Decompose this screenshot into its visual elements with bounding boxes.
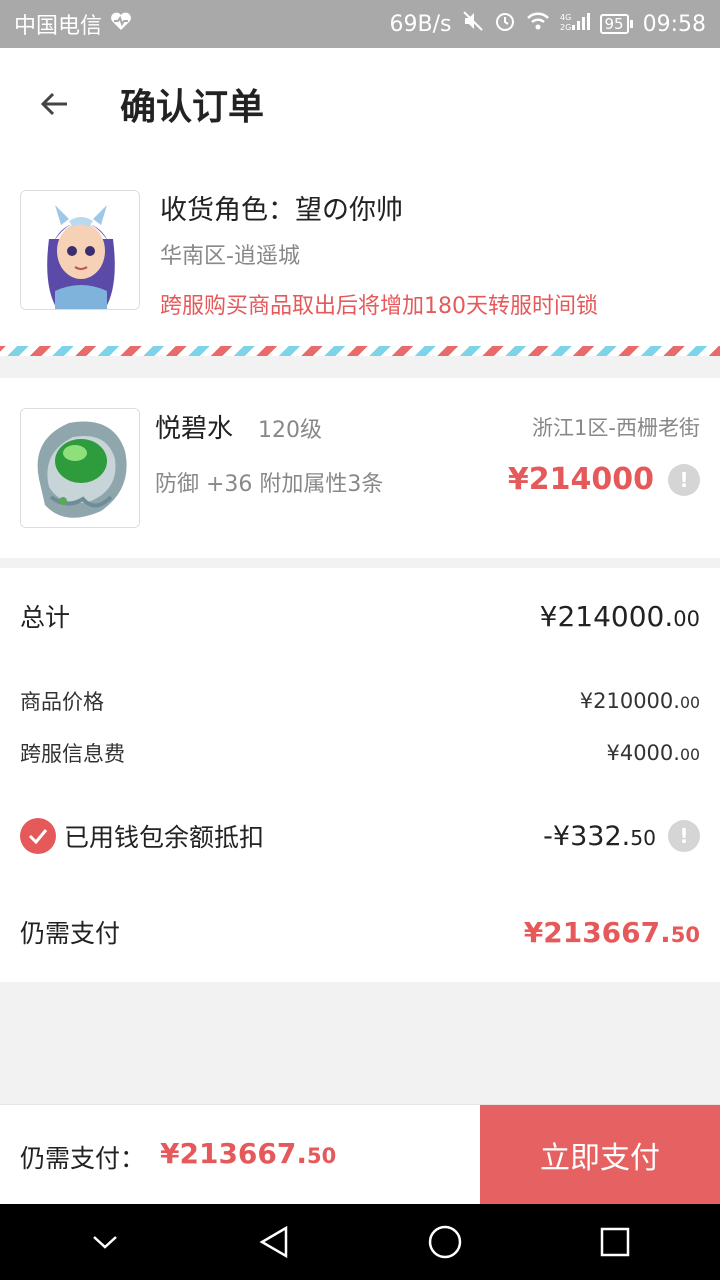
goods-price-row: 商品价格 ¥210000.00 bbox=[20, 686, 700, 716]
wallet-label: 已用钱包余额抵扣 bbox=[64, 823, 265, 852]
info-icon[interactable]: ! bbox=[668, 464, 700, 496]
nav-back-icon bbox=[259, 1225, 288, 1259]
check-icon[interactable] bbox=[20, 818, 56, 854]
wifi-icon bbox=[526, 11, 550, 37]
pay-now-button[interactable]: 立即支付 bbox=[480, 1105, 720, 1205]
envelope-stripe bbox=[0, 346, 720, 356]
fee-row: 跨服信息费 ¥4000.00 bbox=[20, 738, 700, 768]
product-server: 浙江1区-西栅老街 bbox=[532, 416, 700, 440]
checkout-cents: 50 bbox=[307, 1144, 337, 1168]
nav-home-icon bbox=[428, 1225, 462, 1259]
wallet-amount: -¥332. bbox=[543, 820, 631, 852]
wallet-toggle[interactable]: 已用钱包余额抵扣 bbox=[20, 818, 264, 854]
nav-recent-icon bbox=[600, 1227, 630, 1257]
goods-cents: 00 bbox=[679, 693, 700, 712]
product-attributes: 防御 +36 附加属性3条 bbox=[155, 472, 384, 497]
carrier-label: 中国电信 bbox=[14, 14, 103, 39]
status-right: 69B/s 4G 2G 95 09:58 bbox=[390, 10, 706, 38]
back-button[interactable] bbox=[0, 48, 110, 160]
product-price: ¥214000 bbox=[507, 462, 654, 497]
nav-down-button[interactable] bbox=[65, 1204, 145, 1280]
total-cents: 00 bbox=[673, 606, 700, 631]
system-nav-bar bbox=[0, 1204, 720, 1280]
need-pay-amount: ¥213667. bbox=[523, 915, 671, 949]
recipient-name: 收货角色：望の你帅 bbox=[160, 195, 403, 226]
page-title: 确认订单 bbox=[120, 87, 265, 128]
battery-level: 95 bbox=[599, 14, 629, 34]
battery-tip bbox=[629, 20, 633, 28]
fee-cents: 00 bbox=[679, 745, 700, 764]
mute-icon bbox=[462, 10, 484, 38]
nav-home-button[interactable] bbox=[405, 1204, 485, 1280]
product-card[interactable]: 悦碧水 120级 防御 +36 附加属性3条 浙江1区-西栅老街 ¥214000… bbox=[0, 378, 720, 558]
net-speed: 69B/s bbox=[389, 11, 452, 37]
status-bar: 中国电信 69B/s 4G 2G 95 09:58 bbox=[0, 0, 720, 48]
need-pay-row: 仍需支付 ¥213667.50 bbox=[20, 914, 700, 950]
product-image bbox=[20, 408, 140, 528]
wallet-value: -¥332.50 bbox=[543, 821, 656, 852]
need-pay-label: 仍需支付 bbox=[20, 919, 121, 948]
battery-icon: 95 bbox=[599, 14, 633, 34]
product-level: 120级 bbox=[258, 418, 322, 443]
price-summary: 总计 ¥214000.00 商品价格 ¥210000.00 跨服信息费 ¥400… bbox=[0, 568, 720, 982]
nav-recent-button[interactable] bbox=[575, 1204, 655, 1280]
goods-amount: ¥210000. bbox=[579, 689, 680, 713]
wallet-cents: 50 bbox=[630, 825, 656, 850]
checkout-amount: ¥213667. bbox=[160, 1137, 308, 1170]
goods-price-value: ¥210000.00 bbox=[580, 689, 700, 713]
total-label: 总计 bbox=[20, 603, 71, 632]
recipient-server: 华南区-逍遥城 bbox=[160, 244, 300, 269]
nav-down-icon bbox=[93, 1236, 117, 1249]
need-pay-value: ¥213667.50 bbox=[524, 916, 700, 949]
svg-text:2G: 2G bbox=[560, 23, 571, 31]
back-arrow-icon bbox=[40, 92, 67, 116]
signal-icon: 4G 2G bbox=[560, 11, 590, 37]
fee-amount: ¥4000. bbox=[606, 741, 680, 765]
total-value: ¥214000.00 bbox=[540, 600, 700, 633]
wallet-value-group: -¥332.50 ! bbox=[543, 820, 700, 852]
heart-pulse-icon bbox=[110, 11, 132, 37]
status-left: 中国电信 bbox=[14, 8, 132, 40]
fee-label: 跨服信息费 bbox=[20, 742, 125, 766]
recipient-card: 收货角色：望の你帅 华南区-逍遥城 跨服购买商品取出后将增加180天转服时间锁 bbox=[0, 160, 720, 356]
checkout-bar: 仍需支付： ¥213667.50 立即支付 bbox=[0, 1104, 720, 1205]
product-name: 悦碧水 bbox=[155, 414, 234, 444]
fee-value: ¥4000.00 bbox=[606, 741, 700, 765]
nav-back-button[interactable] bbox=[235, 1204, 315, 1280]
character-avatar bbox=[20, 190, 140, 310]
clock: 09:58 bbox=[642, 11, 706, 37]
checkout-value: ¥213667.50 bbox=[160, 1137, 336, 1170]
need-pay-cents: 50 bbox=[670, 922, 700, 947]
goods-price-label: 商品价格 bbox=[20, 690, 104, 714]
total-amount: ¥214000. bbox=[539, 599, 674, 633]
transfer-lock-warning: 跨服购买商品取出后将增加180天转服时间锁 bbox=[160, 294, 598, 319]
wallet-row: 已用钱包余额抵扣 -¥332.50 ! bbox=[20, 818, 700, 854]
checkout-label: 仍需支付： bbox=[20, 1144, 146, 1173]
header: 确认订单 bbox=[0, 48, 720, 160]
total-row: 总计 ¥214000.00 bbox=[20, 598, 700, 634]
wallet-info-icon[interactable]: ! bbox=[668, 820, 700, 852]
alarm-icon bbox=[494, 10, 516, 38]
svg-text:4G: 4G bbox=[560, 13, 571, 22]
